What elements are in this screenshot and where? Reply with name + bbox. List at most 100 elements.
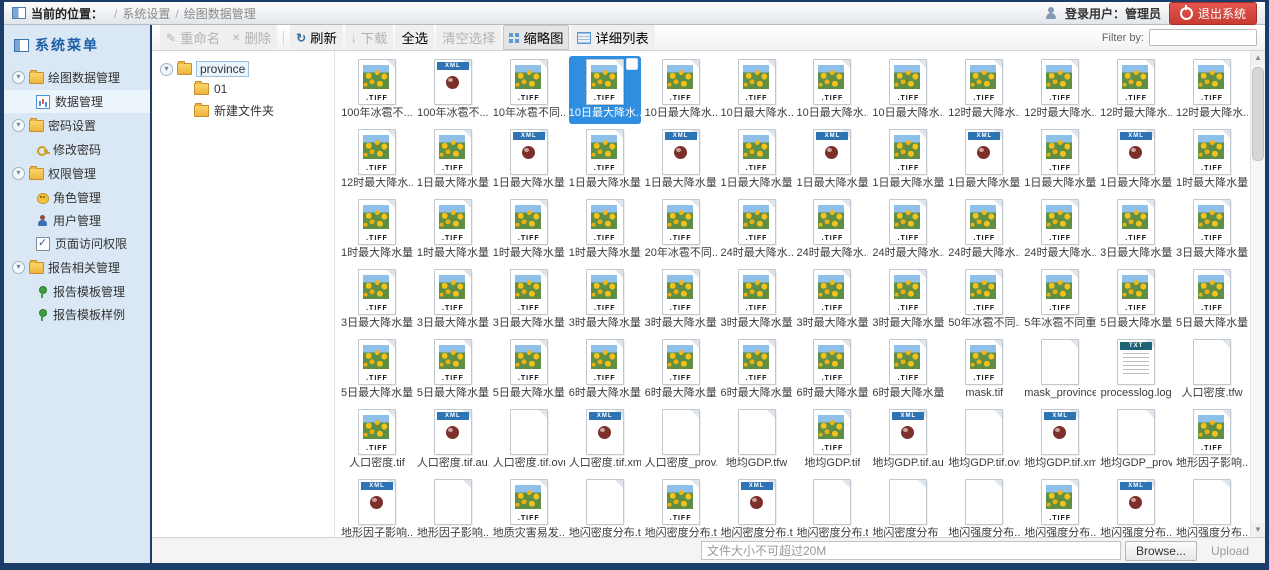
- file-item[interactable]: .TIFF1日最大降水量...: [417, 126, 489, 194]
- file-item[interactable]: .TIFF24时最大降水...: [948, 196, 1020, 264]
- file-item[interactable]: 地形因子影响...: [417, 476, 489, 537]
- file-item[interactable]: .TIFF1日最大降水量...: [1024, 126, 1096, 194]
- sidebar-item-page-access[interactable]: 页面访问权限: [4, 232, 150, 255]
- file-item[interactable]: XML1日最大降水量...: [1100, 126, 1172, 194]
- file-item[interactable]: .TIFF1日最大降水量...: [721, 126, 793, 194]
- file-item[interactable]: .TIFF5年冰雹不同重...: [1024, 266, 1096, 334]
- vertical-scrollbar[interactable]: ▲ ▼: [1250, 51, 1265, 537]
- file-item[interactable]: .TIFF12时最大降水...: [341, 126, 413, 194]
- tree-node-province[interactable]: ▾ province: [160, 59, 334, 79]
- sidebar-item-report-template-sample[interactable]: 报告模板样例: [4, 303, 150, 326]
- sidebar-group-draw-data[interactable]: ▾绘图数据管理: [4, 65, 150, 90]
- file-item[interactable]: 地闪强度分布...: [948, 476, 1020, 537]
- sidebar-item-data-manage[interactable]: 数据管理: [4, 90, 150, 113]
- file-item[interactable]: .TIFF1日最大降水量...: [569, 126, 641, 194]
- tree-node-label[interactable]: 新建文件夹: [214, 102, 274, 119]
- collapse-icon[interactable]: ▾: [160, 63, 173, 76]
- file-item[interactable]: XML1日最大降水量...: [645, 126, 717, 194]
- scroll-up-arrow[interactable]: ▲: [1251, 51, 1265, 65]
- file-item[interactable]: 人口密度.tif.ovr: [493, 406, 565, 474]
- file-item[interactable]: .TIFF人口密度.tif: [341, 406, 413, 474]
- file-item[interactable]: XML人口密度.tif.au...: [417, 406, 489, 474]
- file-item[interactable]: 地均GDP.tfw: [721, 406, 793, 474]
- sidebar-item-role-manage[interactable]: 角色管理: [4, 186, 150, 209]
- collapse-icon[interactable]: ▾: [12, 261, 25, 274]
- file-item[interactable]: .TIFF5日最大降水量...: [341, 336, 413, 404]
- selection-checkbox[interactable]: [626, 58, 638, 70]
- sidebar-item-user-manage[interactable]: 用户管理: [4, 209, 150, 232]
- file-item[interactable]: .TIFF24时最大降水...: [721, 196, 793, 264]
- file-item[interactable]: .TIFF3时最大降水量...: [796, 266, 868, 334]
- file-item[interactable]: XML地均GDP.tif.aux...: [872, 406, 944, 474]
- file-item[interactable]: .TIFF1日最大降水量...: [872, 126, 944, 194]
- file-item[interactable]: .TIFF3日最大降水量...: [1176, 196, 1248, 264]
- file-item[interactable]: .TIFF1时最大降水量...: [341, 196, 413, 264]
- file-item[interactable]: .TIFF地闪强度分布...: [1024, 476, 1096, 537]
- file-item[interactable]: .TIFF24时最大降水...: [872, 196, 944, 264]
- file-item[interactable]: 地闪密度分布_...: [872, 476, 944, 537]
- file-item[interactable]: XML1日最大降水量...: [796, 126, 868, 194]
- file-item[interactable]: .TIFF20年冰雹不同...: [645, 196, 717, 264]
- upload-file-input[interactable]: [701, 541, 1121, 560]
- sidebar-group-permission[interactable]: ▾权限管理: [4, 161, 150, 186]
- file-item[interactable]: .TIFF12时最大降水...: [1176, 56, 1248, 124]
- select-all-button[interactable]: 全选: [395, 25, 434, 50]
- file-item[interactable]: .TIFF3时最大降水量...: [569, 266, 641, 334]
- upload-button[interactable]: Upload: [1205, 543, 1255, 559]
- download-button[interactable]: 下载: [345, 25, 394, 50]
- logout-button[interactable]: 退出系统: [1169, 2, 1257, 25]
- tree-node-label[interactable]: province: [196, 61, 249, 77]
- tree-node-child-0[interactable]: 01: [160, 79, 334, 99]
- file-item[interactable]: 地均GDP_provi...: [1100, 406, 1172, 474]
- file-item[interactable]: 人口密度_prov...: [645, 406, 717, 474]
- sidebar-group-report[interactable]: ▾报告相关管理: [4, 255, 150, 280]
- file-item[interactable]: XML地闪强度分布...: [1100, 476, 1172, 537]
- tree-node-child-1[interactable]: 新建文件夹: [160, 99, 334, 122]
- file-item[interactable]: .TIFF24时最大降水...: [796, 196, 868, 264]
- scrollbar-thumb[interactable]: [1252, 67, 1264, 161]
- filter-input[interactable]: [1149, 29, 1257, 46]
- refresh-button[interactable]: 刷新: [290, 25, 343, 50]
- clear-selection-button[interactable]: 清空选择: [436, 25, 501, 50]
- scroll-down-arrow[interactable]: ▼: [1251, 523, 1265, 537]
- delete-button[interactable]: 删除: [226, 25, 277, 50]
- sidebar-group-password[interactable]: ▾密码设置: [4, 113, 150, 138]
- file-item[interactable]: .TIFF5日最大降水量...: [1100, 266, 1172, 334]
- file-item[interactable]: 地闪强度分布...: [1176, 476, 1248, 537]
- file-item[interactable]: .TIFF10日最大降水...: [872, 56, 944, 124]
- detail-list-view-button[interactable]: 详细列表: [571, 25, 654, 50]
- file-item[interactable]: .TIFF10日最大降水...: [569, 56, 641, 124]
- file-item[interactable]: .TIFF地质灾害易发...: [493, 476, 565, 537]
- file-item[interactable]: .TIFF10年冰雹不同...: [493, 56, 565, 124]
- file-item[interactable]: mask_province...: [1024, 336, 1096, 404]
- file-item[interactable]: .TIFF地闪密度分布.tif: [645, 476, 717, 537]
- file-item[interactable]: .TIFF1时最大降水量...: [493, 196, 565, 264]
- file-item[interactable]: .TIFF6时最大降水量...: [721, 336, 793, 404]
- rename-button[interactable]: 重命名: [160, 25, 226, 50]
- breadcrumb-item-draw-data[interactable]: 绘图数据管理: [184, 7, 256, 21]
- browse-button[interactable]: Browse...: [1125, 541, 1197, 561]
- sidebar-item-change-password[interactable]: 修改密码: [4, 138, 150, 161]
- file-item[interactable]: 人口密度.tfw: [1176, 336, 1248, 404]
- file-item[interactable]: XML1日最大降水量...: [948, 126, 1020, 194]
- file-item[interactable]: XML100年冰雹不...: [417, 56, 489, 124]
- thumbnail-view-button[interactable]: 缩略图: [503, 25, 569, 50]
- file-item[interactable]: .TIFF50年冰雹不同...: [948, 266, 1020, 334]
- file-item[interactable]: 地闪密度分布.t...: [796, 476, 868, 537]
- file-item[interactable]: .TIFF6时最大降水量...: [645, 336, 717, 404]
- file-item[interactable]: .TIFF3时最大降水量...: [872, 266, 944, 334]
- file-item[interactable]: .TIFF6时最大降水量...: [796, 336, 868, 404]
- collapse-icon[interactable]: ▾: [12, 167, 25, 180]
- file-item[interactable]: .TIFF1时最大降水量...: [569, 196, 641, 264]
- file-item[interactable]: .TIFF100年冰雹不...: [341, 56, 413, 124]
- file-item[interactable]: .TIFF地均GDP.tif: [796, 406, 868, 474]
- sidebar-item-report-template-manage[interactable]: 报告模板管理: [4, 280, 150, 303]
- file-item[interactable]: .TIFF10日最大降水...: [796, 56, 868, 124]
- file-item[interactable]: XML人口密度.tif.xml: [569, 406, 641, 474]
- file-item[interactable]: XML地均GDP.tif.xml: [1024, 406, 1096, 474]
- file-item[interactable]: .TIFF5日最大降水量...: [493, 336, 565, 404]
- file-item[interactable]: .TIFF6时最大降水量...: [569, 336, 641, 404]
- file-item[interactable]: .TIFF3时最大降水量...: [721, 266, 793, 334]
- file-item[interactable]: .TIFF3时最大降水量...: [645, 266, 717, 334]
- collapse-icon[interactable]: ▾: [12, 71, 25, 84]
